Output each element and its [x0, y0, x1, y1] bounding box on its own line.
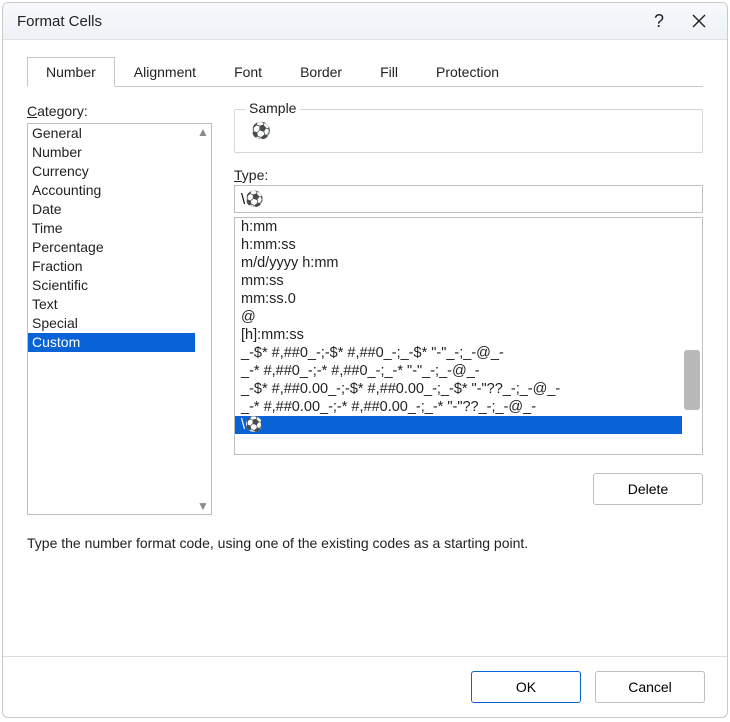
ok-button[interactable]: OK — [471, 671, 581, 703]
format-cells-dialog: Format Cells ? NumberAlignmentFontBorder… — [2, 2, 728, 718]
dialog-footer: OK Cancel — [3, 656, 727, 717]
category-item[interactable]: Fraction — [28, 257, 195, 276]
category-scrollbar[interactable]: ▲ ▼ — [195, 124, 211, 514]
sample-value: ⚽ — [245, 122, 692, 142]
scrollbar-thumb[interactable] — [684, 350, 700, 410]
type-scrollbar[interactable] — [684, 220, 700, 452]
help-button[interactable]: ? — [639, 7, 679, 35]
type-item[interactable]: _-$* #,##0_-;-$* #,##0_-;_-$* "-"_-;_-@_… — [235, 344, 682, 362]
tab-alignment[interactable]: Alignment — [115, 57, 215, 87]
delete-button[interactable]: Delete — [593, 473, 703, 505]
type-item[interactable]: h:mm — [235, 218, 682, 236]
cancel-button[interactable]: Cancel — [595, 671, 705, 703]
category-item[interactable]: Number — [28, 143, 195, 162]
sample-legend: Sample — [245, 100, 300, 116]
tab-fill[interactable]: Fill — [361, 57, 417, 87]
scroll-down-icon[interactable]: ▼ — [195, 498, 211, 514]
category-item[interactable]: Accounting — [28, 181, 195, 200]
category-item[interactable]: Custom — [28, 333, 195, 352]
type-input[interactable] — [234, 185, 703, 213]
category-item[interactable]: Date — [28, 200, 195, 219]
category-listbox[interactable]: GeneralNumberCurrencyAccountingDateTimeP… — [27, 123, 212, 515]
type-item[interactable]: [h]:mm:ss — [235, 326, 682, 344]
category-item[interactable]: General — [28, 124, 195, 143]
scroll-up-icon[interactable]: ▲ — [195, 124, 211, 140]
tab-number[interactable]: Number — [27, 57, 115, 87]
help-text: Type the number format code, using one o… — [27, 535, 703, 551]
tab-content-number: Category: GeneralNumberCurrencyAccountin… — [3, 87, 727, 656]
type-item[interactable]: m/d/yyyy h:mm — [235, 254, 682, 272]
close-button[interactable] — [679, 7, 719, 35]
dialog-title: Format Cells — [17, 13, 639, 30]
tabs-container: NumberAlignmentFontBorderFillProtection — [3, 40, 727, 87]
category-label: Category: — [27, 103, 212, 119]
type-item[interactable]: h:mm:ss — [235, 236, 682, 254]
type-item[interactable]: @ — [235, 308, 682, 326]
type-item[interactable]: _-* #,##0_-;-* #,##0_-;_-* "-"_-;_-@_- — [235, 362, 682, 380]
tab-font[interactable]: Font — [215, 57, 281, 87]
type-item[interactable]: mm:ss — [235, 272, 682, 290]
category-item[interactable]: Percentage — [28, 238, 195, 257]
tab-border[interactable]: Border — [281, 57, 361, 87]
type-listbox[interactable]: h:mmh:mm:ssm/d/yyyy h:mmmm:ssmm:ss.0@[h]… — [234, 217, 703, 455]
category-item[interactable]: Time — [28, 219, 195, 238]
type-item[interactable]: _-* #,##0.00_-;-* #,##0.00_-;_-* "-"??_-… — [235, 398, 682, 416]
titlebar: Format Cells ? — [3, 3, 727, 40]
close-icon — [692, 14, 706, 28]
sample-groupbox: Sample ⚽ — [234, 109, 703, 153]
type-item[interactable]: mm:ss.0 — [235, 290, 682, 308]
type-item[interactable]: \⚽ — [235, 416, 682, 434]
tab-protection[interactable]: Protection — [417, 57, 518, 87]
type-item[interactable]: _-$* #,##0.00_-;-$* #,##0.00_-;_-$* "-"?… — [235, 380, 682, 398]
category-item[interactable]: Special — [28, 314, 195, 333]
category-item[interactable]: Text — [28, 295, 195, 314]
type-label: Type: — [234, 167, 703, 183]
category-item[interactable]: Scientific — [28, 276, 195, 295]
category-item[interactable]: Currency — [28, 162, 195, 181]
